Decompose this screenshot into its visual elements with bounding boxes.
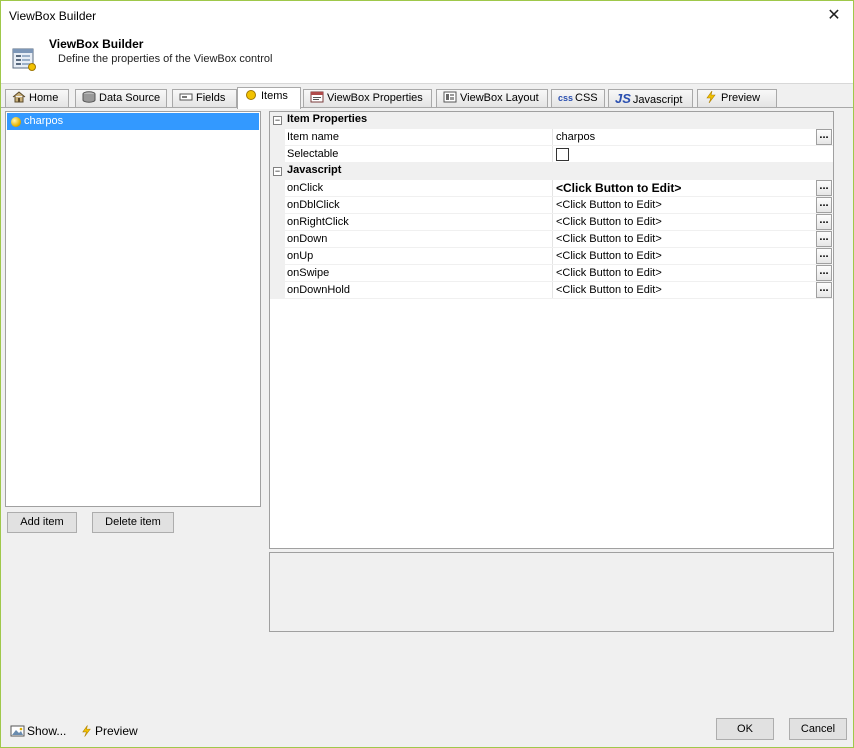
delete-item-button[interactable]: Delete item: [92, 512, 174, 533]
items-list[interactable]: charpos: [5, 111, 261, 507]
viewbox-builder-window: ViewBox Builder ✕ ViewBox Builder Define…: [0, 0, 854, 748]
ellipsis-button[interactable]: ...: [816, 265, 832, 281]
window-title: ViewBox Builder: [9, 9, 97, 23]
preview-label: Preview: [95, 724, 138, 738]
header-title: ViewBox Builder: [49, 37, 144, 51]
property-name: Selectable: [287, 148, 339, 160]
tab-data-source-label: Data Source: [99, 92, 161, 104]
close-icon[interactable]: ✕: [823, 5, 845, 27]
lightning-icon: [706, 91, 716, 103]
property-row-onup[interactable]: onUp <Click Button to Edit> ...: [270, 248, 833, 265]
property-name: onDown: [287, 233, 328, 245]
tab-divider: [1, 107, 853, 108]
ellipsis-button[interactable]: ...: [816, 129, 832, 145]
preview-button[interactable]: Preview: [80, 724, 138, 738]
fields-icon: [179, 93, 193, 101]
tab-viewbox-layout[interactable]: ViewBox Layout: [436, 89, 548, 108]
js-icon: JS: [615, 91, 631, 106]
category-label: Item Properties: [287, 113, 368, 125]
property-name: onDblClick: [287, 199, 340, 211]
collapse-icon[interactable]: −: [273, 116, 282, 125]
property-row-selectable[interactable]: Selectable: [270, 146, 833, 163]
form-icon: [12, 48, 36, 71]
properties-icon: [310, 91, 324, 103]
tab-javascript-label: Javascript: [632, 94, 683, 106]
ellipsis-button[interactable]: ...: [816, 214, 832, 230]
category-label: Javascript: [287, 164, 342, 176]
property-row-ondownhold[interactable]: onDownHold <Click Button to Edit> ...: [270, 282, 833, 299]
property-value[interactable]: <Click Button to Edit>: [556, 267, 662, 279]
property-value[interactable]: <Click Button to Edit>: [556, 199, 662, 211]
property-grid: − Item Properties Item name charpos ... …: [269, 111, 834, 549]
tab-css[interactable]: css CSS: [551, 89, 605, 108]
category-item-properties[interactable]: − Item Properties: [270, 112, 833, 129]
tab-viewbox-properties[interactable]: ViewBox Properties: [303, 89, 432, 108]
property-row-onclick[interactable]: onClick <Click Button to Edit> ...: [270, 180, 833, 197]
item-name-value[interactable]: charpos: [556, 131, 595, 143]
header-description: Define the properties of the ViewBox con…: [58, 53, 273, 65]
property-value[interactable]: <Click Button to Edit>: [556, 216, 662, 228]
ellipsis-button[interactable]: ...: [816, 197, 832, 213]
property-value[interactable]: <Click Button to Edit>: [556, 284, 662, 296]
home-icon: [12, 91, 26, 103]
category-javascript[interactable]: − Javascript: [270, 163, 833, 180]
property-value[interactable]: <Click Button to Edit>: [556, 181, 681, 195]
property-name: onDownHold: [287, 284, 350, 296]
picture-icon: [10, 725, 25, 737]
lightning-icon: [82, 725, 91, 737]
tab-strip: Home Data Source Fields Items ViewBox Pr…: [5, 87, 851, 109]
tab-items[interactable]: Items: [237, 87, 301, 109]
show-button[interactable]: Show...: [10, 724, 66, 738]
tab-home-label: Home: [29, 92, 59, 104]
property-name: onClick: [287, 182, 324, 194]
cancel-button[interactable]: Cancel: [789, 718, 847, 740]
tab-items-label: Items: [261, 90, 288, 102]
title-bar: ViewBox Builder ✕: [1, 1, 853, 32]
tab-preview[interactable]: Preview: [697, 89, 777, 108]
property-row-onswipe[interactable]: onSwipe <Click Button to Edit> ...: [270, 265, 833, 282]
tab-css-label: CSS: [575, 92, 598, 104]
tab-data-source[interactable]: Data Source: [75, 89, 167, 108]
property-value[interactable]: <Click Button to Edit>: [556, 250, 662, 262]
layout-icon: [443, 91, 457, 103]
property-name: onSwipe: [287, 267, 330, 279]
ellipsis-button[interactable]: ...: [816, 282, 832, 298]
property-name: onRightClick: [287, 216, 349, 228]
selectable-checkbox[interactable]: [556, 148, 569, 161]
property-row-ondblclick[interactable]: onDblClick <Click Button to Edit> ...: [270, 197, 833, 214]
ellipsis-button[interactable]: ...: [816, 231, 832, 247]
property-name: Item name: [287, 131, 339, 143]
css-icon: css: [558, 93, 574, 103]
add-item-button[interactable]: Add item: [7, 512, 77, 533]
item-dot-icon: [246, 90, 256, 100]
dialog-header: ViewBox Builder Define the properties of…: [1, 32, 853, 84]
item-dot-icon: [11, 117, 21, 127]
tab-home[interactable]: Home: [5, 89, 69, 108]
property-row-item-name[interactable]: Item name charpos ...: [270, 129, 833, 146]
tab-viewbox-properties-label: ViewBox Properties: [327, 92, 423, 104]
property-name: onUp: [287, 250, 314, 262]
collapse-icon[interactable]: −: [273, 167, 282, 176]
tab-fields[interactable]: Fields: [172, 89, 237, 108]
tab-preview-label: Preview: [721, 92, 761, 104]
property-value[interactable]: <Click Button to Edit>: [556, 233, 662, 245]
property-row-ondown[interactable]: onDown <Click Button to Edit> ...: [270, 231, 833, 248]
tab-fields-label: Fields: [196, 92, 226, 104]
list-item-label: charpos: [24, 115, 64, 127]
show-label: Show...: [27, 724, 67, 738]
property-description-panel: [269, 552, 834, 632]
property-row-onrightclick[interactable]: onRightClick <Click Button to Edit> ...: [270, 214, 833, 231]
ok-button[interactable]: OK: [716, 718, 774, 740]
database-icon: [82, 91, 96, 103]
list-item[interactable]: charpos: [7, 113, 259, 130]
tab-viewbox-layout-label: ViewBox Layout: [460, 92, 539, 104]
ellipsis-button[interactable]: ...: [816, 180, 832, 196]
ellipsis-button[interactable]: ...: [816, 248, 832, 264]
tab-javascript[interactable]: JS Javascript: [608, 89, 693, 108]
